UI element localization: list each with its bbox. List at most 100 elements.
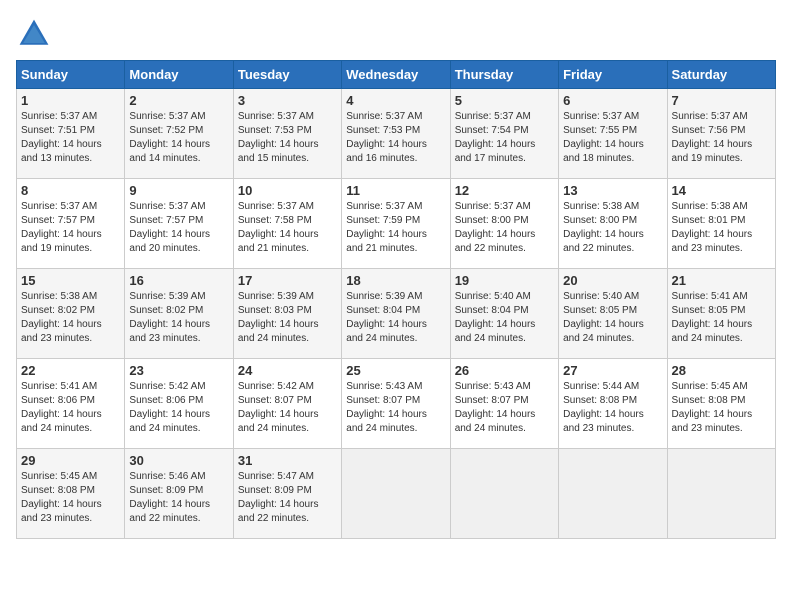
calendar-body: 1Sunrise: 5:37 AMSunset: 7:51 PMDaylight… [17,89,776,539]
day-number: 4 [346,93,445,108]
cell-info: Sunrise: 5:37 AMSunset: 7:52 PMDaylight:… [129,110,228,166]
calendar-cell: 2 Sunrise: 5:37 AMSunset: 7:52 PMDaylight… [125,89,233,179]
calendar-cell [450,449,558,539]
day-number: 5 [455,93,554,108]
header-row: SundayMondayTuesdayWednesdayThursdayFrid… [17,61,776,89]
cell-info: Sunrise: 5:45 AMSunset: 8:08 PMDaylight:… [21,470,120,526]
day-number: 2 [129,93,228,108]
cell-info: Sunrise: 5:37 AMSunset: 8:00 PMDaylight:… [455,200,554,256]
calendar-header: SundayMondayTuesdayWednesdayThursdayFrid… [17,61,776,89]
cell-info: Sunrise: 5:39 AMSunset: 8:03 PMDaylight:… [238,290,337,346]
cell-info: Sunrise: 5:37 AMSunset: 7:55 PMDaylight:… [563,110,662,166]
day-number: 28 [672,363,771,378]
cell-info: Sunrise: 5:40 AMSunset: 8:05 PMDaylight:… [563,290,662,346]
cell-info: Sunrise: 5:42 AMSunset: 8:07 PMDaylight:… [238,380,337,436]
calendar-cell: 7 Sunrise: 5:37 AMSunset: 7:56 PMDaylight… [667,89,775,179]
day-number: 20 [563,273,662,288]
calendar-cell: 28 Sunrise: 5:45 AMSunset: 8:08 PMDayligh… [667,359,775,449]
header-day-monday: Monday [125,61,233,89]
calendar-cell: 15Sunrise: 5:38 AMSunset: 8:02 PMDayligh… [17,269,125,359]
day-number: 11 [346,183,445,198]
header-day-friday: Friday [559,61,667,89]
cell-info: Sunrise: 5:44 AMSunset: 8:08 PMDaylight:… [563,380,662,436]
day-number: 24 [238,363,337,378]
header-day-tuesday: Tuesday [233,61,341,89]
cell-info: Sunrise: 5:39 AMSunset: 8:02 PMDaylight:… [129,290,228,346]
calendar-cell: 5 Sunrise: 5:37 AMSunset: 7:54 PMDaylight… [450,89,558,179]
calendar-table: SundayMondayTuesdayWednesdayThursdayFrid… [16,60,776,539]
cell-info: Sunrise: 5:43 AMSunset: 8:07 PMDaylight:… [346,380,445,436]
day-number: 21 [672,273,771,288]
cell-info: Sunrise: 5:46 AMSunset: 8:09 PMDaylight:… [129,470,228,526]
calendar-cell: 13Sunrise: 5:38 AMSunset: 8:00 PMDayligh… [559,179,667,269]
cell-info: Sunrise: 5:39 AMSunset: 8:04 PMDaylight:… [346,290,445,346]
day-number: 27 [563,363,662,378]
day-number: 23 [129,363,228,378]
calendar-cell: 1Sunrise: 5:37 AMSunset: 7:51 PMDaylight… [17,89,125,179]
header-day-wednesday: Wednesday [342,61,450,89]
cell-info: Sunrise: 5:37 AMSunset: 7:54 PMDaylight:… [455,110,554,166]
cell-info: Sunrise: 5:47 AMSunset: 8:09 PMDaylight:… [238,470,337,526]
cell-info: Sunrise: 5:38 AMSunset: 8:01 PMDaylight:… [672,200,771,256]
day-number: 22 [21,363,120,378]
week-row-5: 29 Sunrise: 5:45 AMSunset: 8:08 PMDayligh… [17,449,776,539]
day-number: 31 [238,453,337,468]
calendar-cell: 24 Sunrise: 5:42 AMSunset: 8:07 PMDayligh… [233,359,341,449]
day-number: 18 [346,273,445,288]
day-number: 17 [238,273,337,288]
week-row-1: 1Sunrise: 5:37 AMSunset: 7:51 PMDaylight… [17,89,776,179]
day-number: 14 [672,183,771,198]
cell-info: Sunrise: 5:37 AMSunset: 7:57 PMDaylight:… [129,200,228,256]
cell-info: Sunrise: 5:45 AMSunset: 8:08 PMDaylight:… [672,380,771,436]
logo-icon [16,16,52,52]
calendar-cell: 27 Sunrise: 5:44 AMSunset: 8:08 PMDayligh… [559,359,667,449]
cell-info: Sunrise: 5:37 AMSunset: 7:53 PMDaylight:… [238,110,337,166]
cell-info: Sunrise: 5:37 AMSunset: 7:56 PMDaylight:… [672,110,771,166]
day-number: 1 [21,93,120,108]
calendar-cell: 6 Sunrise: 5:37 AMSunset: 7:55 PMDaylight… [559,89,667,179]
week-row-3: 15Sunrise: 5:38 AMSunset: 8:02 PMDayligh… [17,269,776,359]
calendar-cell: 14 Sunrise: 5:38 AMSunset: 8:01 PMDayligh… [667,179,775,269]
calendar-cell: 31 Sunrise: 5:47 AMSunset: 8:09 PMDayligh… [233,449,341,539]
day-number: 26 [455,363,554,378]
calendar-cell [667,449,775,539]
week-row-2: 8Sunrise: 5:37 AMSunset: 7:57 PMDaylight… [17,179,776,269]
calendar-cell [559,449,667,539]
cell-info: Sunrise: 5:40 AMSunset: 8:04 PMDaylight:… [455,290,554,346]
day-number: 19 [455,273,554,288]
cell-info: Sunrise: 5:43 AMSunset: 8:07 PMDaylight:… [455,380,554,436]
header-day-saturday: Saturday [667,61,775,89]
calendar-cell: 21 Sunrise: 5:41 AMSunset: 8:05 PMDayligh… [667,269,775,359]
day-number: 6 [563,93,662,108]
calendar-cell: 22Sunrise: 5:41 AMSunset: 8:06 PMDayligh… [17,359,125,449]
cell-info: Sunrise: 5:37 AMSunset: 7:59 PMDaylight:… [346,200,445,256]
calendar-cell: 19 Sunrise: 5:40 AMSunset: 8:04 PMDayligh… [450,269,558,359]
calendar-cell: 4Sunrise: 5:37 AMSunset: 7:53 PMDaylight… [342,89,450,179]
calendar-cell: 11 Sunrise: 5:37 AMSunset: 7:59 PMDayligh… [342,179,450,269]
cell-info: Sunrise: 5:38 AMSunset: 8:02 PMDaylight:… [21,290,120,346]
calendar-cell: 18 Sunrise: 5:39 AMSunset: 8:04 PMDayligh… [342,269,450,359]
calendar-cell: 8Sunrise: 5:37 AMSunset: 7:57 PMDaylight… [17,179,125,269]
day-number: 12 [455,183,554,198]
calendar-cell: 20 Sunrise: 5:40 AMSunset: 8:05 PMDayligh… [559,269,667,359]
calendar-cell: 16 Sunrise: 5:39 AMSunset: 8:02 PMDayligh… [125,269,233,359]
calendar-cell: 10Sunrise: 5:37 AMSunset: 7:58 PMDayligh… [233,179,341,269]
calendar-cell: 23 Sunrise: 5:42 AMSunset: 8:06 PMDayligh… [125,359,233,449]
calendar-cell: 26 Sunrise: 5:43 AMSunset: 8:07 PMDayligh… [450,359,558,449]
cell-info: Sunrise: 5:42 AMSunset: 8:06 PMDaylight:… [129,380,228,436]
week-row-4: 22Sunrise: 5:41 AMSunset: 8:06 PMDayligh… [17,359,776,449]
calendar-cell: 30 Sunrise: 5:46 AMSunset: 8:09 PMDayligh… [125,449,233,539]
logo [16,16,56,52]
day-number: 29 [21,453,120,468]
day-number: 16 [129,273,228,288]
day-number: 7 [672,93,771,108]
day-number: 25 [346,363,445,378]
calendar-cell: 3 Sunrise: 5:37 AMSunset: 7:53 PMDaylight… [233,89,341,179]
calendar-cell: 9Sunrise: 5:37 AMSunset: 7:57 PMDaylight… [125,179,233,269]
day-number: 30 [129,453,228,468]
calendar-cell: 25 Sunrise: 5:43 AMSunset: 8:07 PMDayligh… [342,359,450,449]
calendar-cell: 12 Sunrise: 5:37 AMSunset: 8:00 PMDayligh… [450,179,558,269]
day-number: 3 [238,93,337,108]
cell-info: Sunrise: 5:37 AMSunset: 7:58 PMDaylight:… [238,200,337,256]
cell-info: Sunrise: 5:41 AMSunset: 8:05 PMDaylight:… [672,290,771,346]
